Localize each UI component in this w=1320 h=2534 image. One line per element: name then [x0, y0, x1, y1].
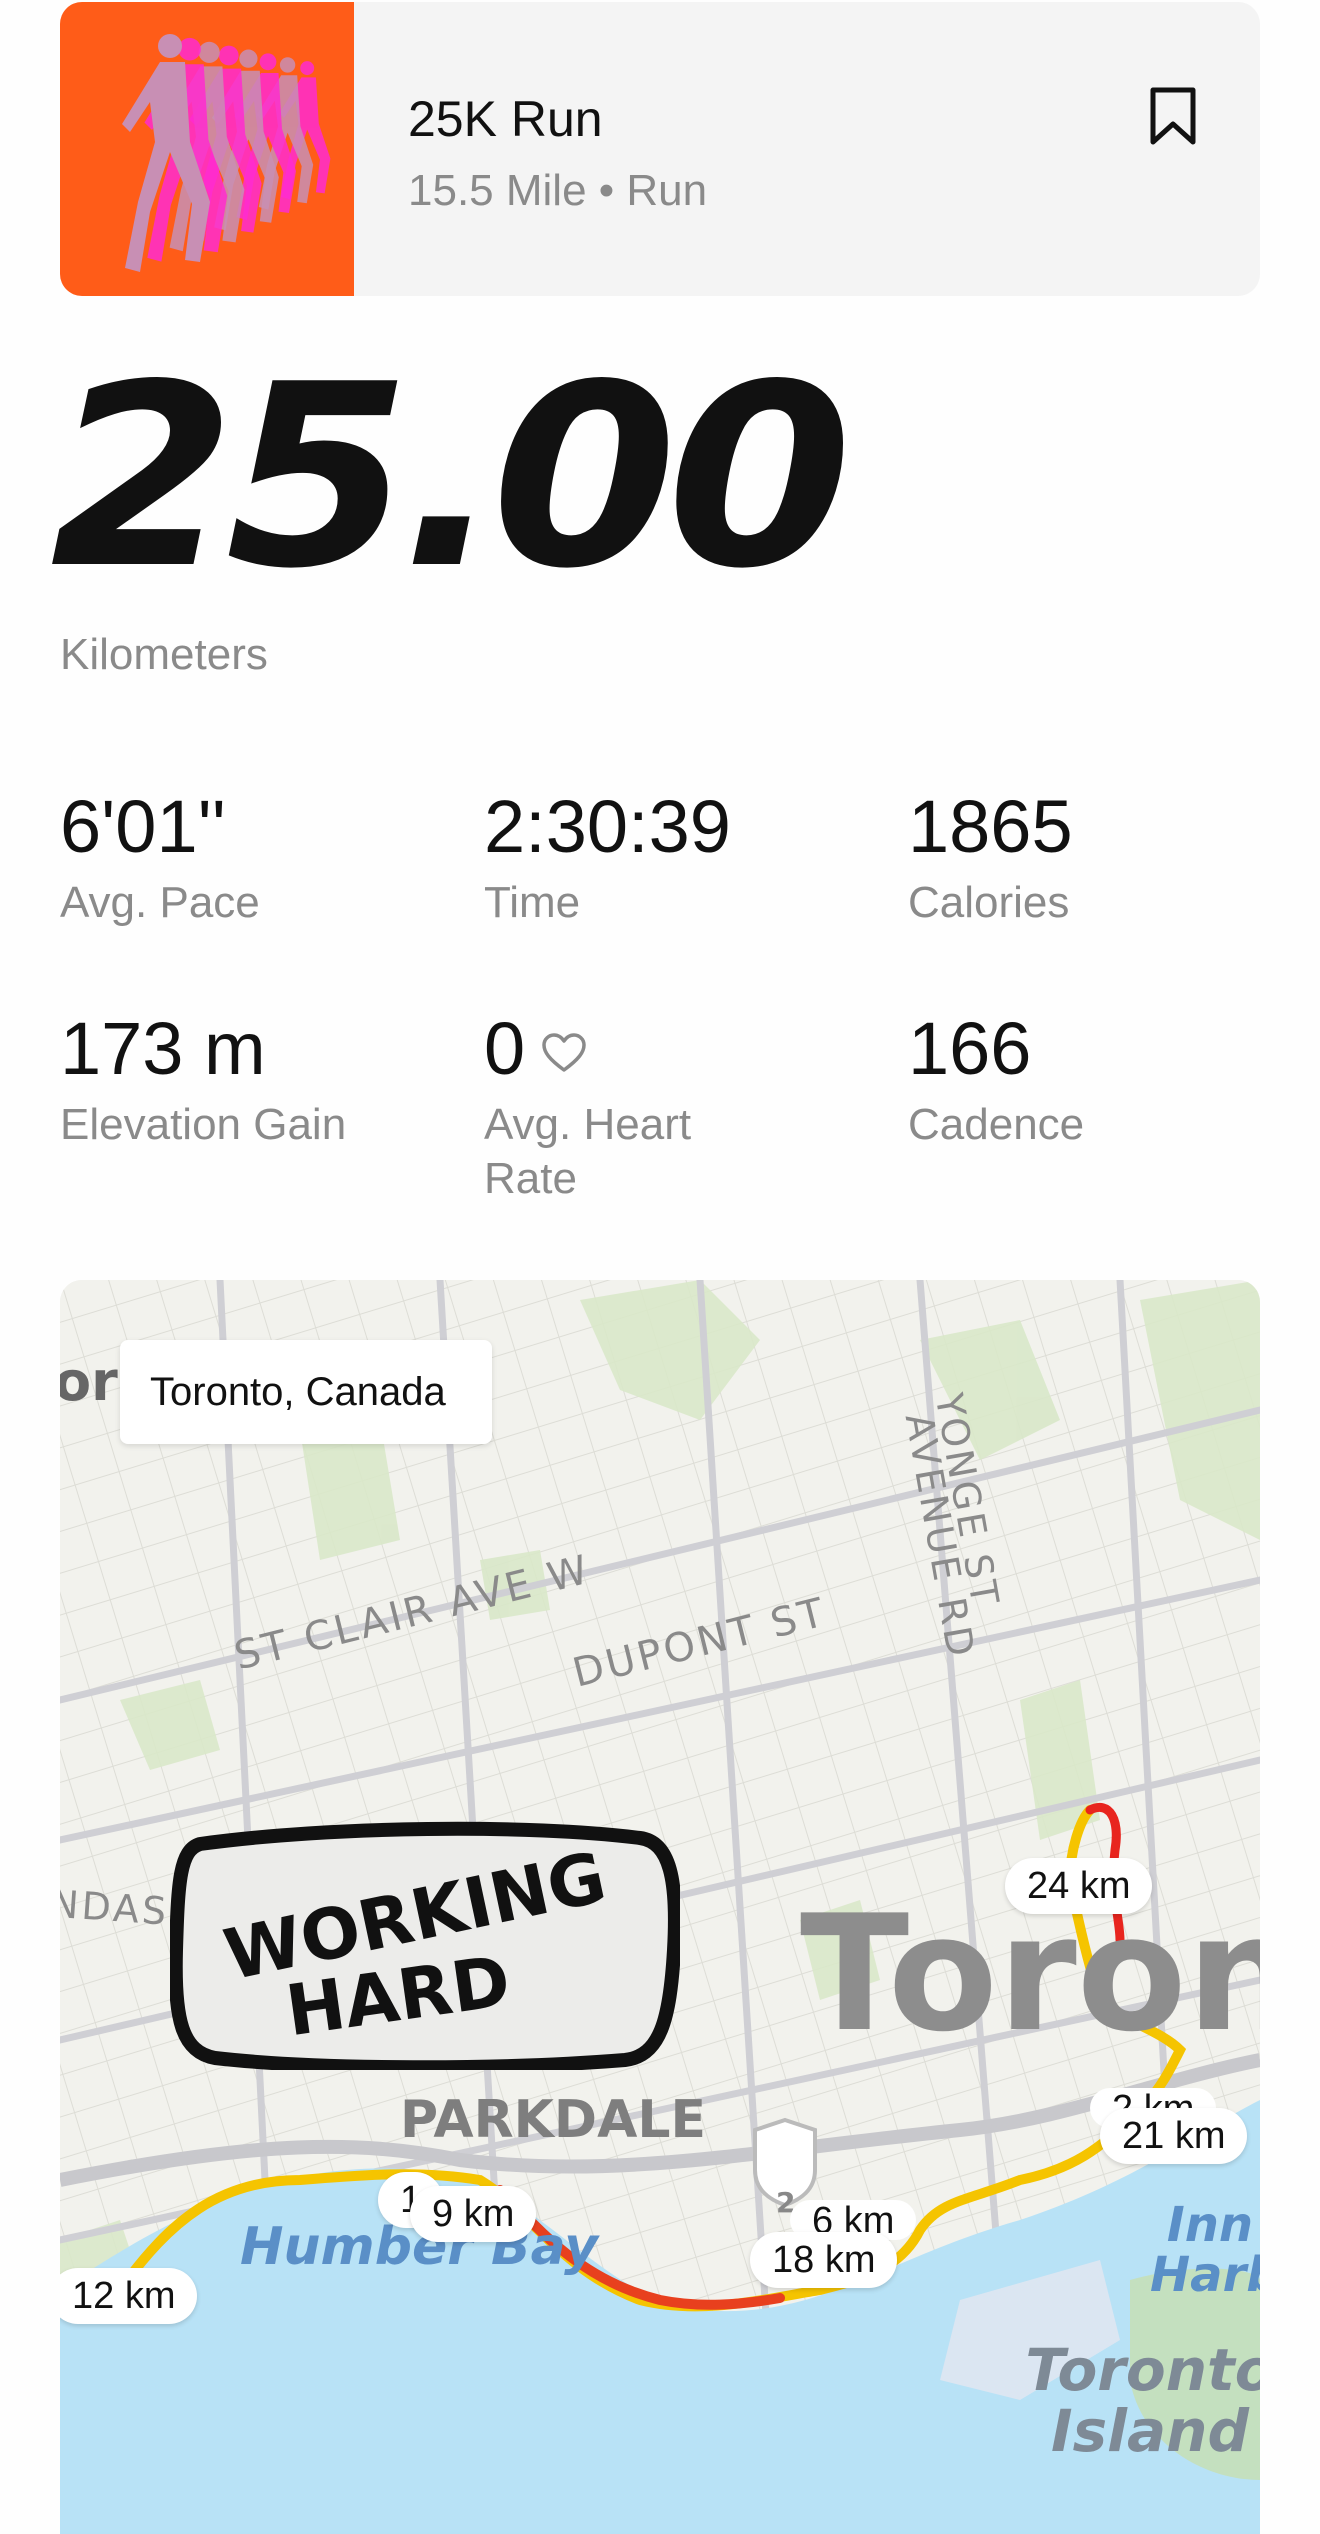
stat-label: Time — [484, 878, 581, 927]
distance-value: 25.00 — [50, 331, 853, 624]
route-map[interactable]: NDAS ST W ST CLAIR AVE W DUPONT ST YONGE… — [60, 1280, 1260, 2534]
stat-label: Cadence — [908, 1100, 1085, 1149]
heart-outline-icon — [541, 1012, 587, 1086]
runner-sequence-icon — [122, 34, 331, 272]
neighborhood-label: PARKDALE — [400, 2090, 706, 2150]
water-label: Toronto Island — [1025, 2336, 1260, 2465]
location-label: Toronto, Canada — [120, 1340, 492, 1444]
stat-value: 0 — [484, 1007, 526, 1090]
activity-card[interactable]: 25K Run 15.5 Mile • Run — [60, 2, 1260, 296]
map-edge-label: or — [60, 1350, 118, 1413]
stat-cadence: 166 Cadence — [908, 1012, 1308, 1152]
stat-label: Avg. Heart Rate — [484, 1100, 692, 1203]
stat-value: 1865 — [908, 785, 1073, 868]
stat-label: Elevation Gain — [60, 1100, 347, 1149]
stat-value: 173 m — [60, 1007, 266, 1090]
water-label: Inn Harb — [1150, 2197, 1260, 2304]
km-marker: 21 km — [1100, 2108, 1248, 2164]
stat-label: Avg. Pace — [60, 878, 260, 927]
stat-label: Calories — [908, 878, 1070, 927]
km-marker: 12 km — [60, 2268, 198, 2324]
stat-calories: 1865 Calories — [908, 790, 1308, 930]
activity-subtitle: 15.5 Mile • Run — [408, 166, 708, 215]
km-marker: 18 km — [750, 2232, 898, 2288]
stat-value: 166 — [908, 1007, 1032, 1090]
working-hard-sticker: WORKING HARD — [168, 1820, 682, 2075]
activity-thumbnail — [60, 2, 354, 296]
km-marker: 24 km — [1005, 1858, 1153, 1914]
km-marker: 9 km — [410, 2186, 537, 2242]
bookmark-icon[interactable] — [1148, 86, 1198, 151]
stat-avg-pace: 6'01'' Avg. Pace — [60, 790, 460, 930]
stat-time: 2:30:39 Time — [484, 790, 884, 930]
activity-title: 25K Run — [408, 91, 603, 147]
stat-avg-heart-rate: 0 Avg. Heart Rate — [484, 1012, 784, 1206]
stat-value: 6'01'' — [60, 785, 226, 868]
stat-value: 2:30:39 — [484, 785, 731, 868]
stat-elevation-gain: 173 m Elevation Gain — [60, 1012, 360, 1152]
distance-unit: Kilometers — [60, 630, 268, 679]
